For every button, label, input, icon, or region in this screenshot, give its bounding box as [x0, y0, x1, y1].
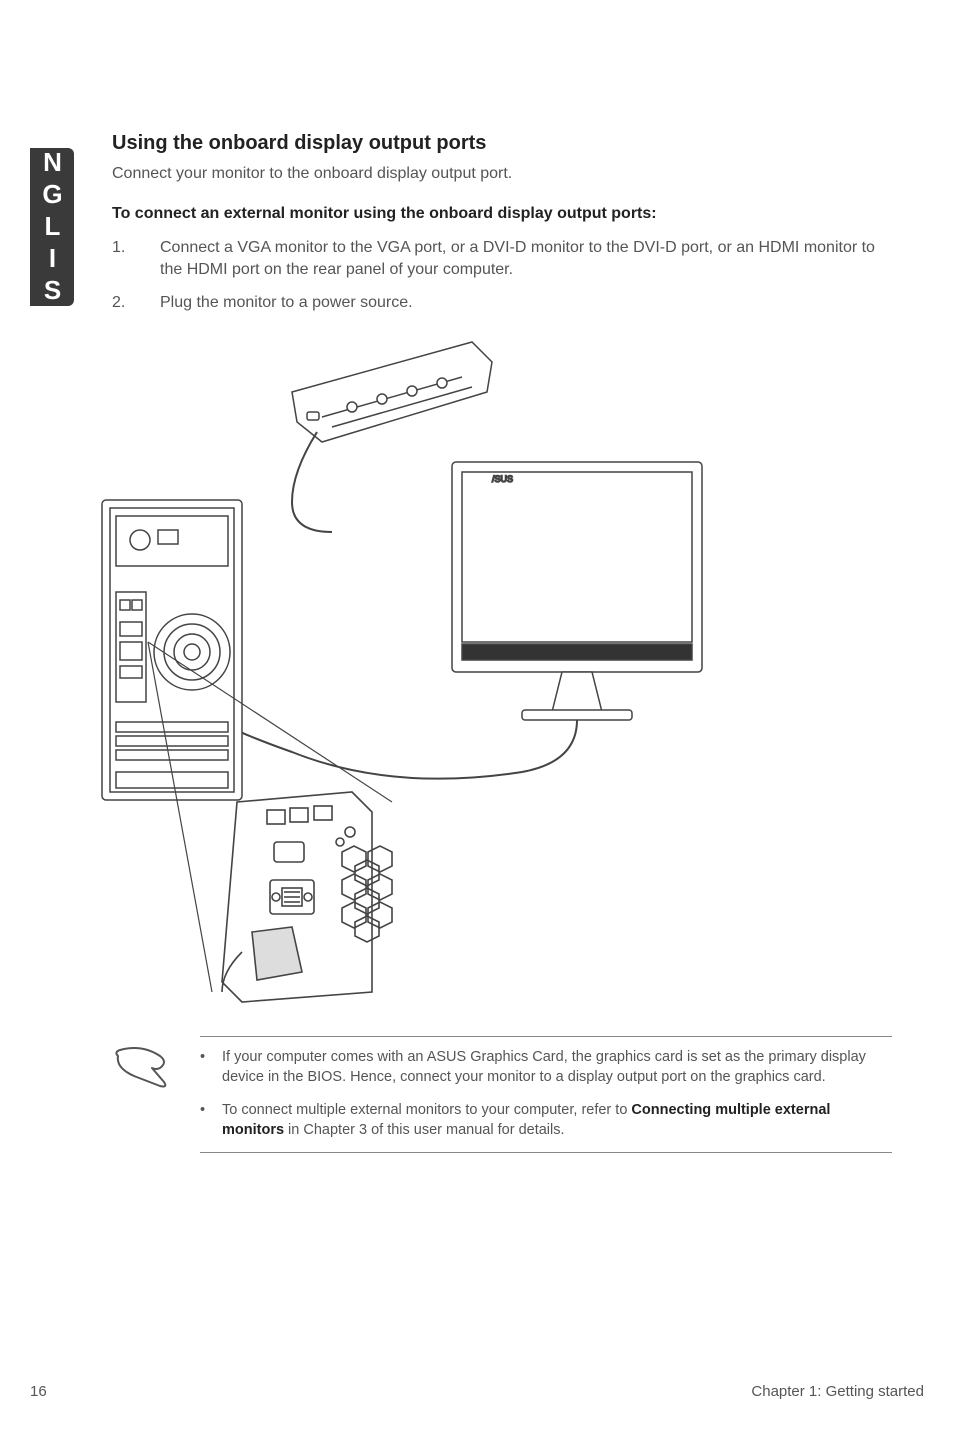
connection-diagram: /SUS — [92, 332, 712, 1012]
step-text: Connect a VGA monitor to the VGA port, o… — [160, 237, 892, 282]
page-content: Using the onboard display output ports C… — [112, 132, 892, 1153]
language-tab: ENGLISH — [30, 148, 74, 306]
note-text-post: in Chapter 3 of this user manual for det… — [284, 1122, 564, 1138]
section-heading: Using the onboard display output ports — [112, 132, 892, 155]
step-item: 1. Connect a VGA monitor to the VGA port… — [112, 237, 892, 282]
note-item: • If your computer comes with an ASUS Gr… — [200, 1047, 892, 1088]
note-block: • If your computer comes with an ASUS Gr… — [112, 1036, 892, 1153]
step-text: Plug the monitor to a power source. — [160, 292, 892, 314]
step-number: 1. — [112, 237, 160, 282]
page-footer: 16 Chapter 1: Getting started — [30, 1383, 924, 1400]
step-number: 2. — [112, 292, 160, 314]
intro-text: Connect your monitor to the onboard disp… — [112, 165, 892, 183]
chapter-label: Chapter 1: Getting started — [751, 1383, 924, 1400]
procedure-heading: To connect an external monitor using the… — [112, 205, 892, 223]
note-text-pre: To connect multiple external monitors to… — [222, 1102, 631, 1118]
bullet-icon: • — [200, 1047, 222, 1088]
note-item: • To connect multiple external monitors … — [200, 1100, 892, 1141]
step-list: 1. Connect a VGA monitor to the VGA port… — [112, 237, 892, 314]
svg-text:/SUS: /SUS — [492, 474, 513, 484]
page-number: 16 — [30, 1383, 47, 1400]
step-item: 2. Plug the monitor to a power source. — [112, 292, 892, 314]
note-text: If your computer comes with an ASUS Grap… — [222, 1049, 866, 1085]
note-body: • If your computer comes with an ASUS Gr… — [200, 1036, 892, 1153]
bullet-icon: • — [200, 1100, 222, 1141]
note-icon — [112, 1036, 172, 1153]
